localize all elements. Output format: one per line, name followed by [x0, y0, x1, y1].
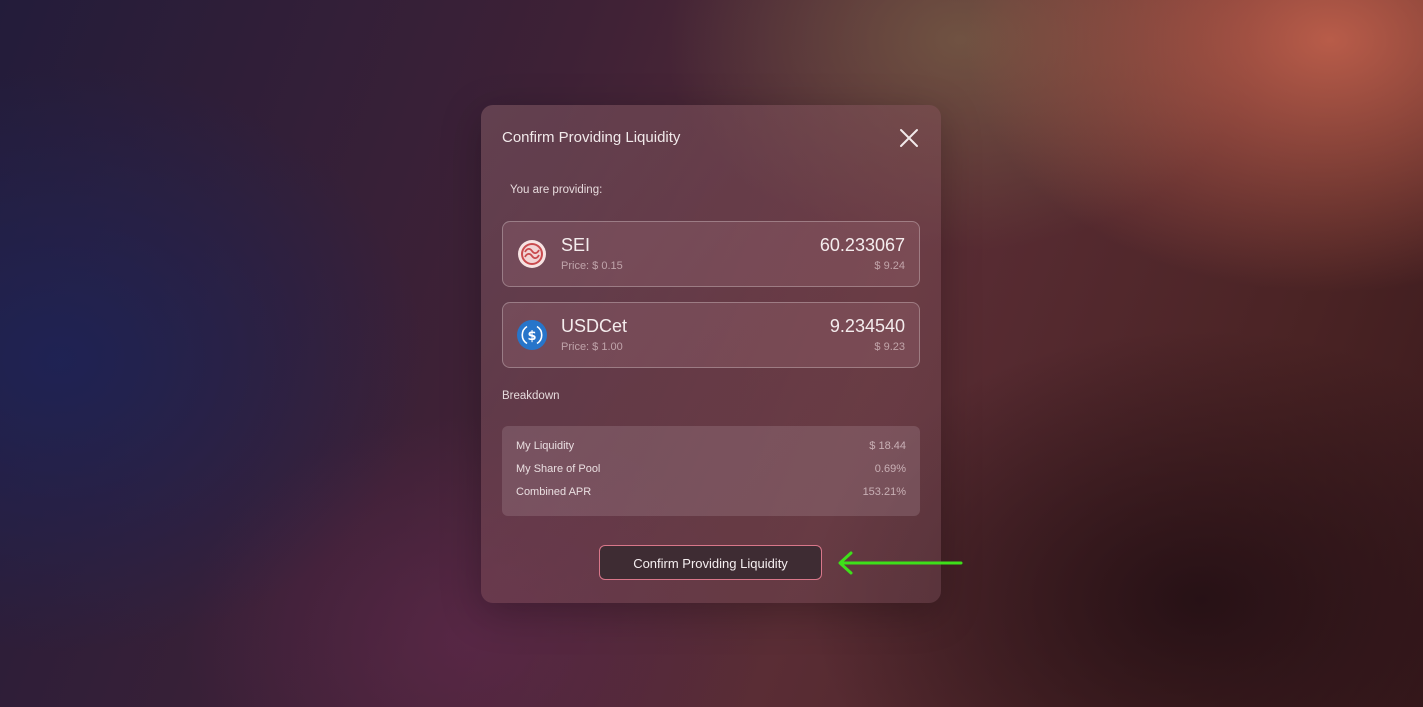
close-icon	[900, 129, 918, 147]
breakdown-label: Breakdown	[502, 390, 560, 402]
annotation-arrow-icon	[838, 551, 963, 575]
breakdown-value: 0.69%	[874, 463, 906, 475]
modal-title: Confirm Providing Liquidity	[502, 129, 681, 146]
token-amount: 60.233067	[819, 235, 905, 255]
token-price: Price: $ 1.00	[561, 341, 623, 353]
usdc-token-icon: $	[517, 320, 547, 350]
token-usd-value: $ 9.23	[874, 341, 905, 353]
breakdown-value: 153.21%	[862, 486, 906, 498]
sei-token-icon	[518, 240, 546, 268]
confirm-providing-liquidity-button[interactable]: Confirm Providing Liquidity	[599, 545, 822, 580]
breakdown-box: My Liquidity $ 18.44 My Share of Pool 0.…	[502, 426, 920, 516]
token-name: SEI	[561, 235, 591, 255]
svg-text:$: $	[527, 329, 536, 344]
token-card-sei: SEI Price: $ 0.15 60.233067 $ 9.24	[502, 221, 920, 287]
close-button[interactable]	[899, 128, 919, 148]
providing-label: You are providing:	[510, 184, 603, 196]
breakdown-key: My Liquidity	[516, 440, 575, 452]
token-name: USDCet	[561, 316, 628, 336]
breakdown-row-combined-apr: Combined APR 153.21%	[516, 486, 906, 502]
confirm-liquidity-modal: Confirm Providing Liquidity You are prov…	[481, 105, 941, 603]
breakdown-row-share-of-pool: My Share of Pool 0.69%	[516, 463, 906, 479]
token-usd-value: $ 9.24	[874, 260, 905, 272]
token-card-usdcet: $ USDCet Price: $ 1.00 9.234540 $ 9.23	[502, 302, 920, 368]
breakdown-key: My Share of Pool	[516, 463, 601, 475]
breakdown-row-my-liquidity: My Liquidity $ 18.44	[516, 440, 906, 456]
breakdown-value: $ 18.44	[869, 440, 906, 452]
breakdown-key: Combined APR	[516, 486, 592, 498]
token-price: Price: $ 0.15	[561, 260, 623, 272]
token-amount: 9.234540	[829, 316, 905, 336]
